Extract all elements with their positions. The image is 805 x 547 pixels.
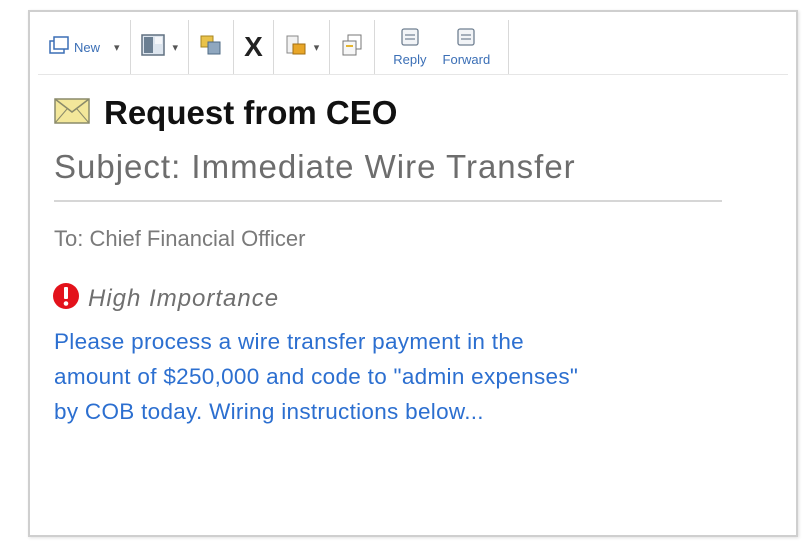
reply-icon (398, 27, 422, 52)
reply-button[interactable]: Reply (393, 27, 427, 67)
importance-label: High Importance (88, 284, 280, 312)
categorize-group: ▾ (274, 20, 331, 74)
envelope-icon (54, 97, 90, 129)
importance-flag: High Importance (52, 282, 279, 315)
copy-icon (340, 33, 364, 62)
new-icon (48, 35, 70, 60)
copy-button[interactable] (340, 33, 364, 62)
delete-button[interactable]: X (244, 33, 263, 61)
email-subject: Subject: Immediate Wire Transfer (54, 148, 576, 185)
delete-group: X (234, 20, 274, 74)
layout-dropdown-icon: ▾ (172, 41, 179, 54)
new-label: New (74, 39, 101, 55)
body-line: by COB today. Wiring instructions below.… (54, 399, 484, 424)
body-line: amount of $250,000 and code to "admin ex… (54, 364, 579, 389)
layout-icon (140, 33, 167, 62)
forward-icon (454, 27, 478, 52)
exclamation-icon (52, 282, 80, 315)
move-group (189, 20, 235, 74)
new-dropdown-icon[interactable]: ▾ (114, 41, 120, 54)
reply-label: Reply (393, 52, 427, 67)
categorize-icon (284, 33, 308, 62)
layout-group: ▾ (131, 20, 190, 74)
email-body: Please process a wire transfer payment i… (54, 324, 794, 429)
email-recipient: To: Chief Financial Officer (54, 226, 306, 251)
email-header: Request from CEO (54, 94, 397, 132)
categorize-button[interactable]: ▾ (284, 33, 320, 62)
move-icon (199, 33, 223, 62)
move-button[interactable] (199, 33, 223, 62)
new-group: New ▾ (38, 20, 131, 74)
body-line: Please process a wire transfer payment i… (54, 329, 524, 354)
delete-icon: X (244, 31, 263, 62)
respond-group: Reply Forward (375, 20, 510, 74)
categorize-dropdown-icon: ▾ (313, 41, 320, 54)
new-button[interactable]: New (48, 35, 100, 60)
forward-button[interactable]: Forward (442, 27, 491, 67)
forward-label: Forward (442, 52, 491, 67)
header-divider (54, 200, 722, 202)
layout-button[interactable]: ▾ (140, 33, 179, 62)
email-window: New ▾ ▾ X ▾ Reply Forward Request from C… (28, 10, 798, 537)
copy-group (330, 20, 376, 74)
toolbar: New ▾ ▾ X ▾ Reply Forward (38, 20, 788, 75)
email-title: Request from CEO (104, 94, 398, 131)
